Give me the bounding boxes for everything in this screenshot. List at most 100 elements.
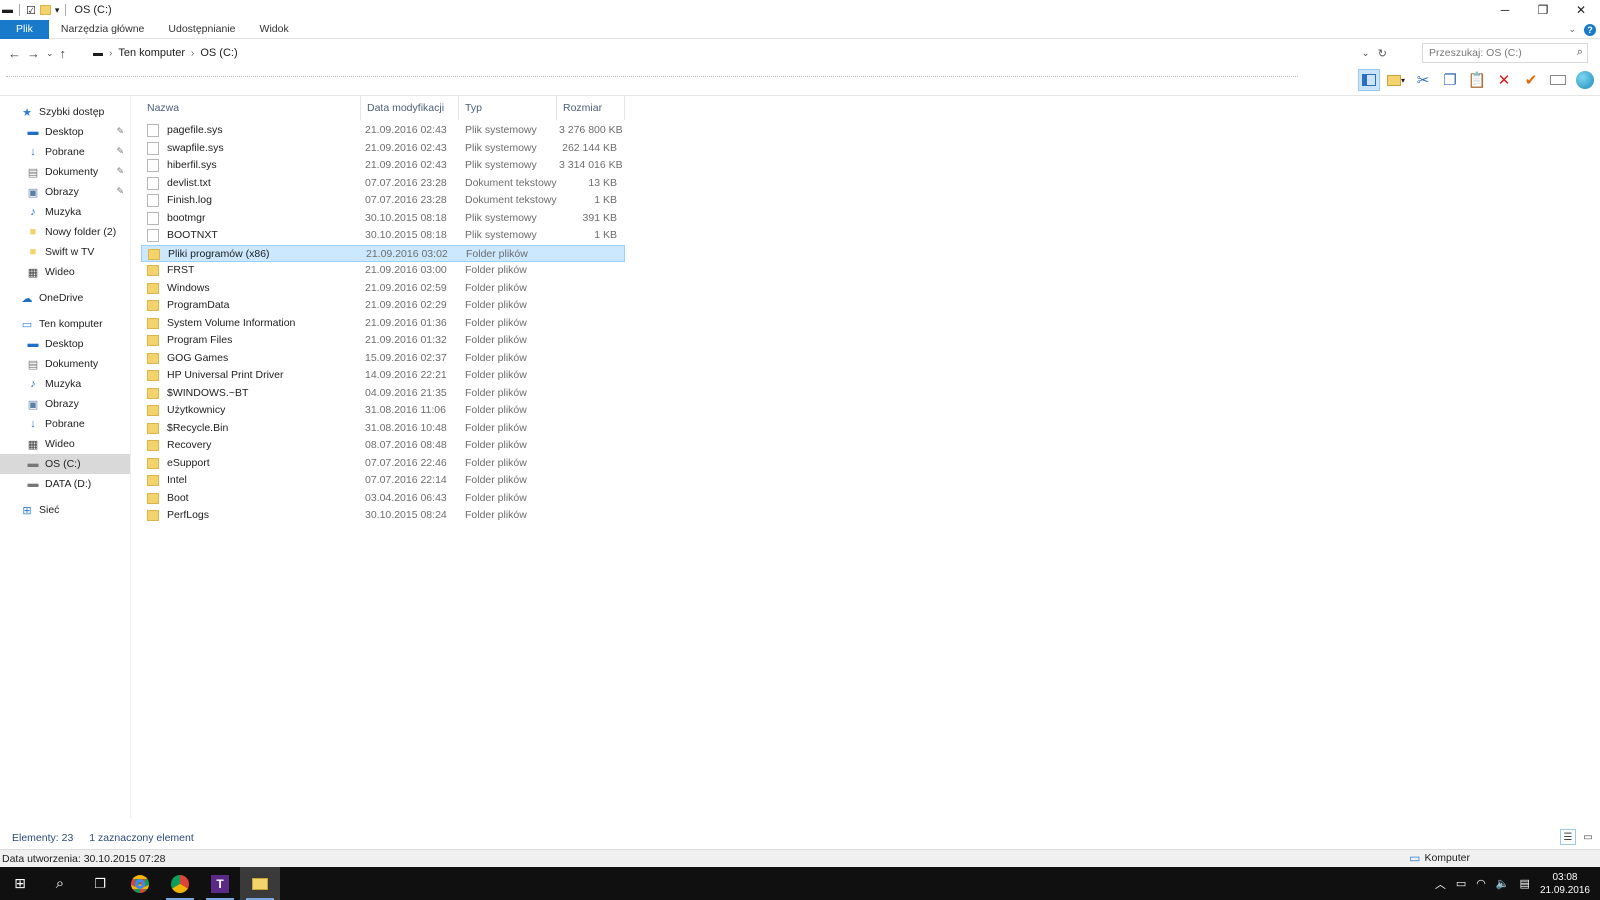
file-row[interactable]: HP Universal Print Driver 14.09.2016 22:2… (141, 367, 625, 385)
nav-item[interactable]: ▬ Desktop ✎ (0, 122, 130, 142)
file-row[interactable]: Finish.log 07.07.2016 23:28 Dokument tekst… (141, 192, 625, 210)
file-row[interactable]: GOG Games 15.09.2016 02:37 Folder plików (141, 350, 625, 368)
tab-home[interactable]: Narzędzia główne (49, 20, 156, 39)
file-row[interactable]: pagefile.sys 21.09.2016 02:43 Plik systemo… (141, 122, 625, 140)
close-button[interactable]: ✕ (1562, 0, 1600, 20)
nav-item[interactable]: ▬ Desktop (0, 334, 130, 354)
details-view-icon[interactable]: ☰ (1560, 829, 1576, 845)
clock[interactable]: 03:08 21.09.2016 (1540, 871, 1590, 897)
drive-icon[interactable]: ▬ (2, 4, 13, 16)
breadcrumb-drive-c[interactable]: OS (C:) (200, 47, 237, 59)
chevron-right-icon[interactable]: › (191, 48, 194, 59)
file-row[interactable]: $WINDOWS.~BT 04.09.2016 21:35 Folder plikó… (141, 385, 625, 403)
refresh-icon[interactable]: ↻ (1378, 47, 1387, 60)
column-date[interactable]: Data modyfikacji (361, 96, 459, 120)
nav-item[interactable]: ▤ Dokumenty (0, 354, 130, 374)
address-bar[interactable]: ▬ › Ten komputer › OS (C:) ⌄ ↻ (88, 43, 1390, 63)
chevron-right-icon[interactable]: › (109, 48, 112, 59)
pin-icon[interactable]: ✎ (116, 146, 124, 157)
address-dropdown-icon[interactable]: ⌄ (1361, 48, 1369, 59)
file-row[interactable]: devlist.txt 07.07.2016 23:28 Dokument teks… (141, 175, 625, 193)
copy-icon[interactable]: ❐ (1439, 69, 1461, 91)
file-row[interactable]: ProgramData 21.09.2016 02:29 Folder plików (141, 297, 625, 315)
file-row[interactable]: PerfLogs 30.10.2015 08:24 Folder plików (141, 507, 625, 525)
file-row[interactable]: hiberfil.sys 21.09.2016 02:43 Plik systemo… (141, 157, 625, 175)
search-icon[interactable]: ⌕ (40, 867, 80, 900)
nav-item[interactable]: ▬ OS (C:) (0, 454, 130, 474)
help-icon[interactable]: ? (1584, 23, 1596, 36)
nav-item[interactable]: ▤ Dokumenty ✎ (0, 162, 130, 182)
new-folder-icon[interactable] (39, 5, 51, 15)
file-row[interactable]: FRST 21.09.2016 03:00 Folder plików (141, 262, 625, 280)
pin-icon[interactable]: ✎ (116, 166, 124, 177)
file-row[interactable]: Pliki programów (x86) 21.09.2016 03:02 Fol… (141, 244, 625, 262)
nav-item[interactable]: ▣ Obrazy (0, 394, 130, 414)
nav-item[interactable]: ↓ Pobrane (0, 414, 130, 434)
tab-file[interactable]: Plik (0, 19, 49, 39)
rename-icon[interactable] (1547, 69, 1569, 91)
nav-item[interactable]: ■ Swift w TV (0, 242, 130, 262)
checkmark-icon[interactable]: ✔ (1520, 69, 1542, 91)
file-row[interactable]: Program Files 21.09.2016 01:32 Folder plik… (141, 332, 625, 350)
start-button[interactable]: ⊞ (0, 867, 40, 900)
customize-toolbar-icon[interactable]: ▾ (55, 5, 60, 16)
delete-icon[interactable]: ✕ (1493, 69, 1515, 91)
globe-icon[interactable] (1574, 69, 1596, 91)
volume-icon[interactable]: 🔈 (1496, 877, 1510, 890)
search-box[interactable]: ⌕ (1422, 43, 1588, 63)
preview-pane-icon[interactable] (1358, 69, 1380, 91)
action-center-icon[interactable]: ▤ (1520, 877, 1530, 890)
chrome-icon[interactable] (160, 867, 200, 900)
file-row[interactable]: eSupport 07.07.2016 22:46 Folder plików (141, 455, 625, 473)
file-row[interactable]: Recovery 08.07.2016 08:48 Folder plików (141, 437, 625, 455)
file-row[interactable]: bootmgr 30.10.2015 08:18 Plik systemowy 391… (141, 210, 625, 228)
tab-share[interactable]: Udostępnianie (156, 20, 247, 39)
wifi-icon[interactable]: ◠ (1476, 877, 1486, 890)
nav-item[interactable]: ▬ DATA (D:) (0, 474, 130, 494)
nav-item[interactable]: ■ Nowy folder (2) (0, 222, 130, 242)
maximize-button[interactable]: ❐ (1524, 0, 1562, 20)
nav-item[interactable]: ▦ Wideo (0, 262, 130, 282)
expand-ribbon-icon[interactable]: ⌄ (1568, 24, 1576, 35)
column-type[interactable]: Typ (459, 96, 557, 120)
large-icons-view-icon[interactable]: ▭ (1580, 829, 1596, 845)
tab-view[interactable]: Widok (248, 20, 301, 39)
file-row[interactable]: $Recycle.Bin 31.08.2016 10:48 Folder plikó… (141, 420, 625, 438)
minimize-button[interactable]: ─ (1486, 0, 1524, 20)
nav-item[interactable]: ↓ Pobrane ✎ (0, 142, 130, 162)
layout-icon[interactable]: ▾ (1385, 69, 1407, 91)
show-hidden-icons-icon[interactable]: ︿ (1435, 876, 1446, 892)
nav-onedrive[interactable]: ☁ OneDrive (0, 288, 130, 308)
file-explorer-icon[interactable] (240, 867, 280, 900)
file-row[interactable]: swapfile.sys 21.09.2016 02:43 Plik systemo… (141, 140, 625, 158)
nav-network[interactable]: ⊞ Sieć (0, 500, 130, 520)
file-row[interactable]: Boot 03.04.2016 06:43 Folder plików (141, 490, 625, 508)
search-icon[interactable]: ⌕ (1577, 46, 1583, 59)
nav-item[interactable]: ▣ Obrazy ✎ (0, 182, 130, 202)
pin-icon[interactable]: ✎ (116, 126, 124, 137)
back-icon[interactable]: ← (8, 46, 21, 61)
up-icon[interactable]: ↑ (60, 46, 67, 61)
file-row[interactable]: BOOTNXT 30.10.2015 08:18 Plik systemowy 1 K… (141, 227, 625, 245)
column-name[interactable]: Nazwa (141, 96, 361, 120)
nav-this-pc[interactable]: ▭ Ten komputer (0, 314, 130, 334)
file-row[interactable]: Intel 07.07.2016 22:14 Folder plików (141, 472, 625, 490)
cut-icon[interactable]: ✂ (1412, 69, 1434, 91)
column-size[interactable]: Rozmiar (557, 96, 625, 120)
task-view-icon[interactable]: ❐ (80, 867, 120, 900)
battery-icon[interactable]: ▭ (1456, 877, 1466, 890)
pin-icon[interactable]: ✎ (116, 186, 124, 197)
chrome-icon[interactable] (120, 867, 160, 900)
search-input[interactable] (1429, 47, 1569, 59)
file-row[interactable]: Użytkownicy 31.08.2016 11:06 Folder plików (141, 402, 625, 420)
file-row[interactable]: System Volume Information 21.09.2016 01:3… (141, 315, 625, 333)
app-t-icon[interactable]: T (200, 867, 240, 900)
breadcrumb-this-pc[interactable]: Ten komputer (118, 47, 185, 59)
nav-item[interactable]: ♪ Muzyka (0, 202, 130, 222)
file-row[interactable]: Windows 21.09.2016 02:59 Folder plików (141, 280, 625, 298)
forward-icon[interactable]: → (27, 46, 40, 61)
properties-icon[interactable]: ☑ (26, 4, 36, 17)
nav-item[interactable]: ♪ Muzyka (0, 374, 130, 394)
paste-icon[interactable]: 📋 (1466, 69, 1488, 91)
nav-item[interactable]: ▦ Wideo (0, 434, 130, 454)
